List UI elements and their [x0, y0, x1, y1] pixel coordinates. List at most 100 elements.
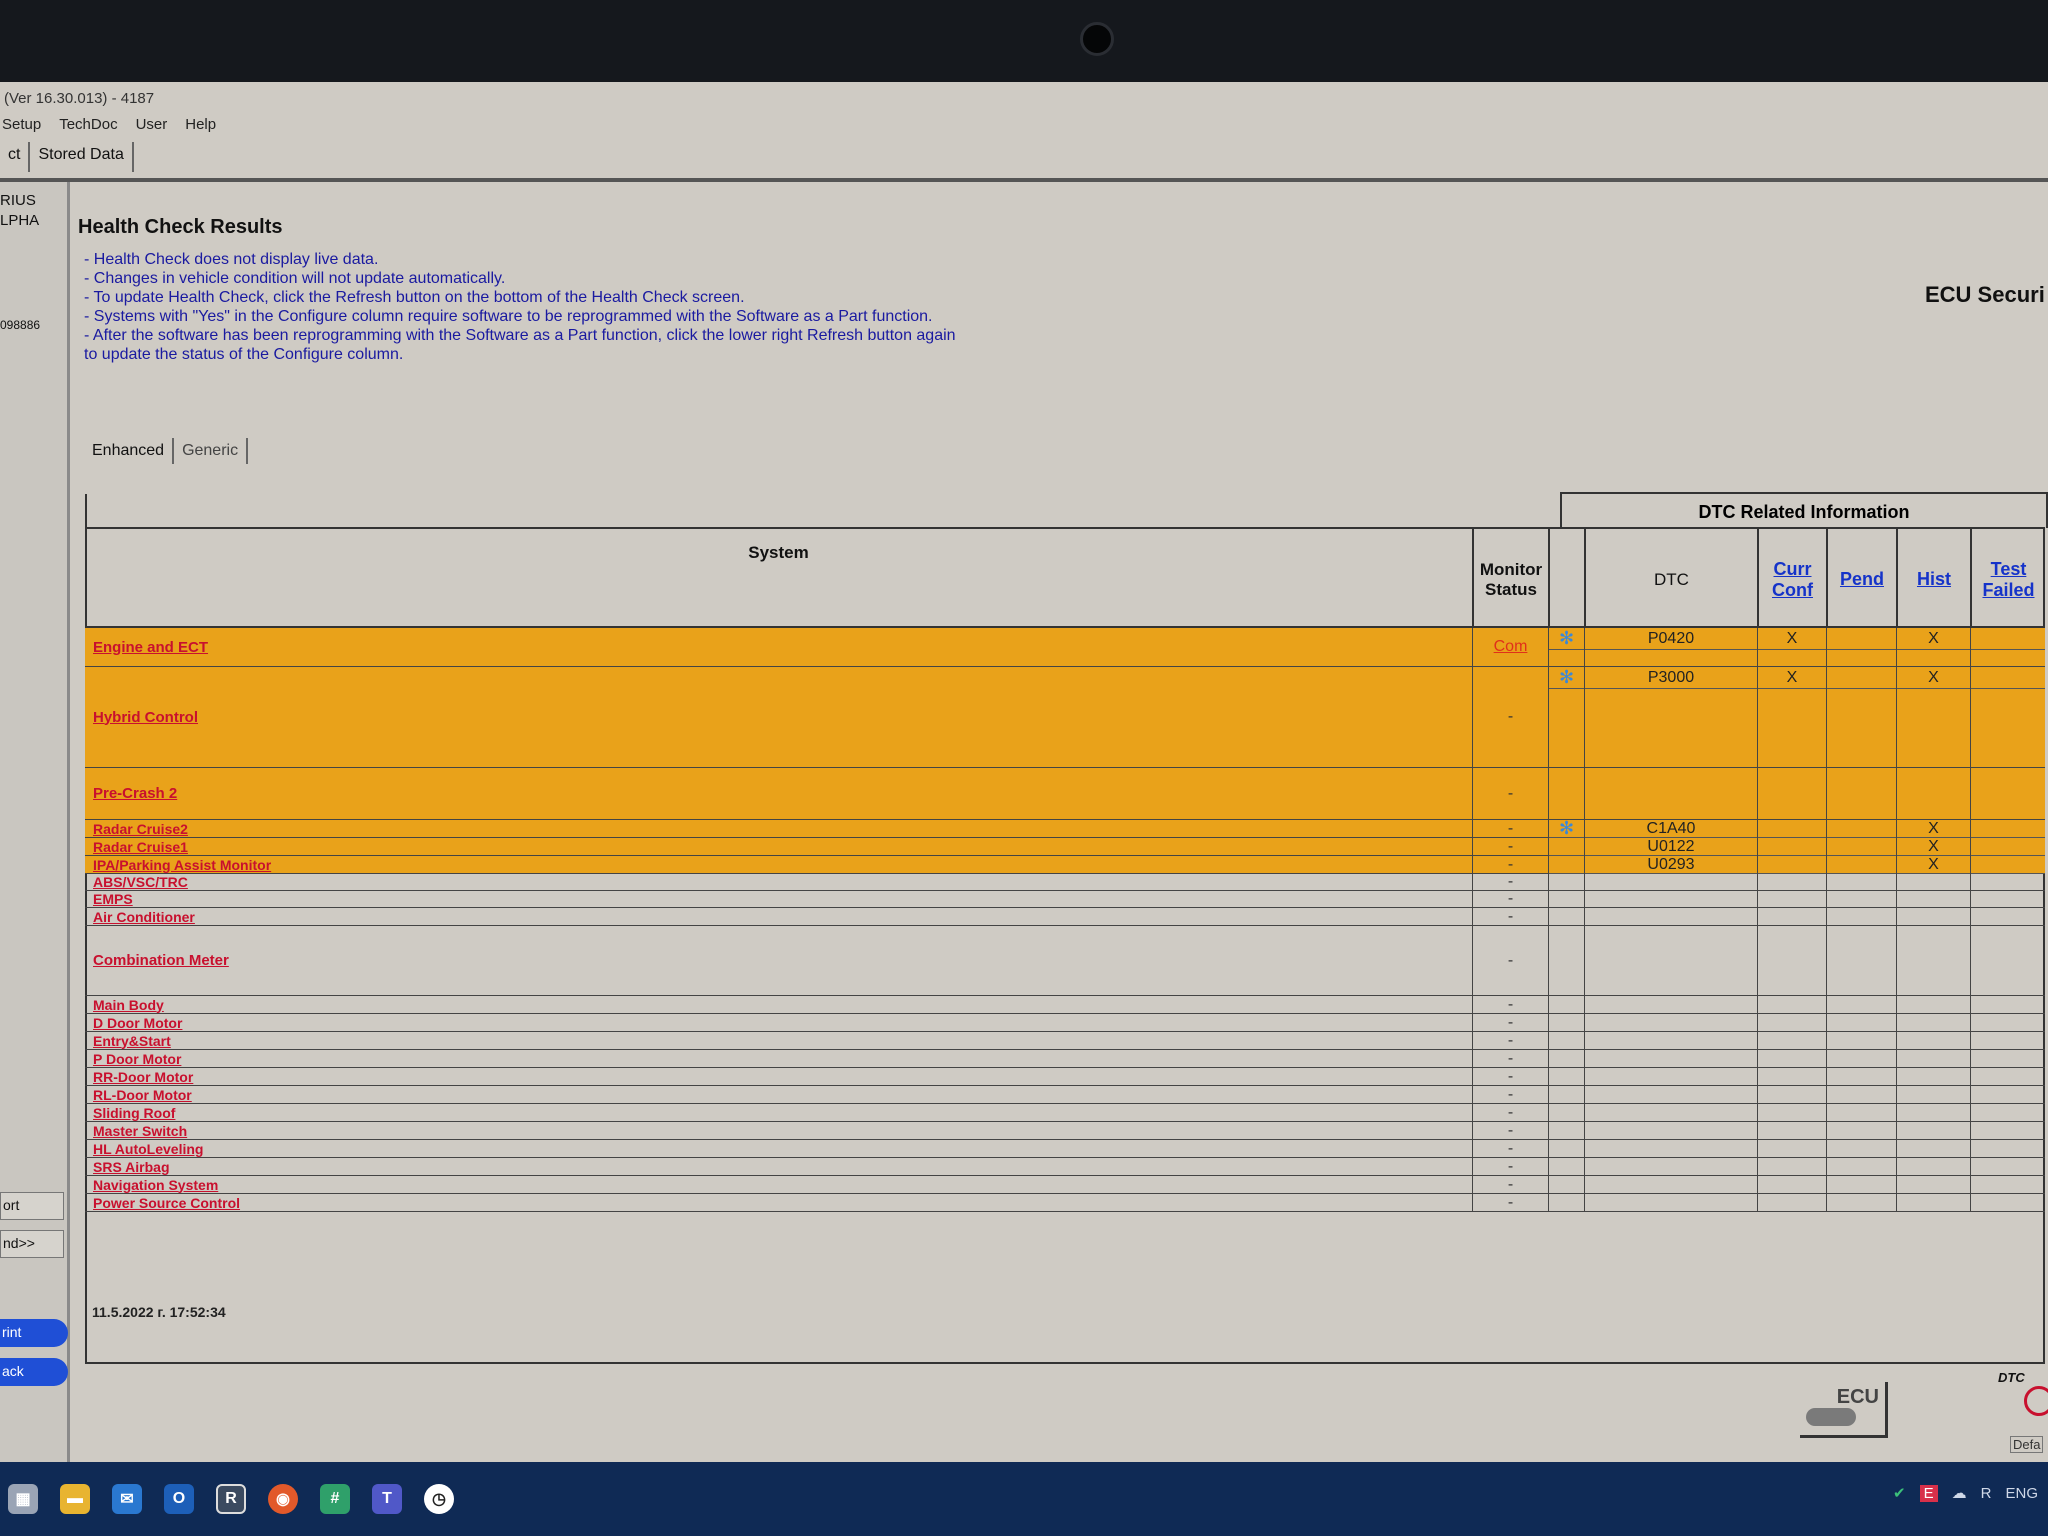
- header-curr-conf[interactable]: Curr Conf: [1757, 529, 1826, 630]
- system-link[interactable]: Master Switch: [85, 1122, 1472, 1139]
- snowflake-icon[interactable]: ✻: [1559, 628, 1574, 649]
- dtc-cell-icon: [1548, 1032, 1584, 1049]
- system-link[interactable]: Power Source Control: [85, 1194, 1472, 1211]
- system-link[interactable]: Air Conditioner: [85, 908, 1472, 925]
- clock-icon[interactable]: ◷: [424, 1484, 454, 1514]
- dtc-group-header: DTC Related Information: [1560, 492, 2048, 528]
- system-link[interactable]: HL AutoLeveling: [85, 1140, 1472, 1157]
- dtc-cell-test: [1970, 667, 2045, 767]
- ecu-button[interactable]: ECU: [1800, 1382, 1888, 1438]
- system-link[interactable]: Hybrid Control: [85, 667, 1472, 767]
- monitor-status: -: [1472, 1104, 1548, 1121]
- table-row: SRS Airbag -: [85, 1158, 2045, 1176]
- tab-enhanced[interactable]: Enhanced: [84, 438, 175, 464]
- dtc-cell-curr: [1757, 1050, 1826, 1067]
- dtc-cell-icon: [1548, 874, 1584, 890]
- back-button[interactable]: ack: [0, 1358, 68, 1386]
- expand-button[interactable]: nd>>: [0, 1230, 64, 1258]
- system-link[interactable]: Engine and ECT: [85, 628, 1472, 666]
- cloud-icon[interactable]: ☁: [1952, 1484, 1967, 1502]
- dtc-cell-test: [1970, 856, 2045, 874]
- mail-icon[interactable]: ✉: [112, 1484, 142, 1514]
- system-link[interactable]: ABS/VSC/TRC: [85, 874, 1472, 890]
- dtc-cell-curr: [1757, 1032, 1826, 1049]
- teams-icon[interactable]: T: [372, 1484, 402, 1514]
- dtc-cell-hist: [1896, 1140, 1970, 1157]
- menu-help[interactable]: Help: [185, 116, 216, 133]
- system-link[interactable]: Navigation System: [85, 1176, 1472, 1193]
- table-row: Navigation System -: [85, 1176, 2045, 1194]
- start-icon[interactable]: ▦: [8, 1484, 38, 1514]
- snowflake-icon[interactable]: ✻: [1559, 818, 1574, 839]
- dtc-cell-pend: [1826, 1104, 1896, 1121]
- tab-select[interactable]: ct: [0, 142, 31, 172]
- monitor-status: -: [1472, 667, 1548, 767]
- dtc-cell-hist: [1896, 874, 1970, 890]
- dtc-cell-dtc: P3000: [1584, 667, 1757, 767]
- dtc-button[interactable]: DTC: [1998, 1370, 2048, 1426]
- dtc-cell-hist: [1896, 1104, 1970, 1121]
- system-link[interactable]: EMPS: [85, 891, 1472, 907]
- outlook-icon[interactable]: O: [164, 1484, 194, 1514]
- freeze-frame-icon: ✻: [1549, 667, 1584, 689]
- dtc-cell-dtc: P0420: [1584, 628, 1757, 666]
- dtc-flag-pend: [1827, 628, 1896, 650]
- system-link[interactable]: RL-Door Motor: [85, 1086, 1472, 1103]
- dtc-cell-test: [1970, 768, 2045, 819]
- menu-techdoc[interactable]: TechDoc: [59, 116, 117, 133]
- report-button[interactable]: ort: [0, 1192, 64, 1220]
- system-link[interactable]: D Door Motor: [85, 1014, 1472, 1031]
- system-link[interactable]: SRS Airbag: [85, 1158, 1472, 1175]
- menu-user[interactable]: User: [136, 116, 168, 133]
- menu-setup[interactable]: Setup: [2, 116, 41, 133]
- dtc-flag-hist: X: [1897, 667, 1970, 689]
- folder-icon[interactable]: ▬: [60, 1484, 90, 1514]
- dtc-code: U0122: [1585, 838, 1757, 856]
- system-link[interactable]: Radar Cruise2: [85, 820, 1472, 837]
- e-app-icon[interactable]: E: [1919, 1484, 1938, 1502]
- dtc-cell-dtc: [1584, 1086, 1757, 1103]
- firefox-icon[interactable]: ◉: [268, 1484, 298, 1514]
- system-link[interactable]: IPA/Parking Assist Monitor: [85, 856, 1472, 873]
- dtc-flag-pend: [1827, 667, 1896, 689]
- dtc-cell-icon: [1548, 768, 1584, 819]
- key-icon: [1806, 1408, 1856, 1426]
- curr-conf-link[interactable]: Curr Conf: [1759, 559, 1826, 601]
- system-link[interactable]: Combination Meter: [85, 926, 1472, 995]
- system-link[interactable]: Radar Cruise1: [85, 838, 1472, 855]
- default-button[interactable]: Defa: [2010, 1436, 2044, 1453]
- snowflake-icon[interactable]: ✻: [1559, 667, 1574, 688]
- dtc-cell-pend: [1826, 1086, 1896, 1103]
- system-link[interactable]: Sliding Roof: [85, 1104, 1472, 1121]
- header-test-failed[interactable]: Test Failed: [1970, 529, 2045, 630]
- system-link[interactable]: RR-Door Motor: [85, 1068, 1472, 1085]
- header-pend[interactable]: Pend: [1826, 529, 1896, 630]
- monitor-status[interactable]: Com: [1472, 628, 1548, 666]
- dtc-cell-pend: [1826, 820, 1896, 838]
- header-hist[interactable]: Hist: [1896, 529, 1970, 630]
- freeze-frame-icon: ✻: [1549, 628, 1584, 650]
- dtc-cell-test: [1970, 838, 2045, 856]
- table-row: Entry&Start -: [85, 1032, 2045, 1050]
- tab-generic[interactable]: Generic: [174, 438, 249, 464]
- print-button[interactable]: rint: [0, 1319, 68, 1347]
- dtc-cell-pend: [1826, 628, 1896, 666]
- system-link[interactable]: P Door Motor: [85, 1050, 1472, 1067]
- dtc-cell-dtc: [1584, 874, 1757, 890]
- hist-link[interactable]: Hist: [1917, 569, 1951, 590]
- dtc-cell-icon: [1548, 1068, 1584, 1085]
- dtc-cell-hist: [1896, 1050, 1970, 1067]
- system-link[interactable]: Main Body: [85, 996, 1472, 1013]
- language-indicator[interactable]: ENG: [2005, 1485, 2038, 1502]
- tab-stored-data[interactable]: Stored Data: [30, 142, 134, 172]
- shield-icon[interactable]: ✔: [1893, 1484, 1906, 1502]
- r-app-icon[interactable]: R: [216, 1484, 246, 1514]
- pend-link[interactable]: Pend: [1840, 569, 1884, 590]
- test-failed-link[interactable]: Test Failed: [1972, 559, 2045, 601]
- slack-icon[interactable]: #: [320, 1484, 350, 1514]
- system-link[interactable]: Pre-Crash 2: [85, 768, 1472, 819]
- freeze-frame-icon: [1549, 838, 1584, 856]
- r-tray-icon[interactable]: R: [1981, 1485, 1992, 1502]
- dtc-cell-curr: [1757, 1014, 1826, 1031]
- system-link[interactable]: Entry&Start: [85, 1032, 1472, 1049]
